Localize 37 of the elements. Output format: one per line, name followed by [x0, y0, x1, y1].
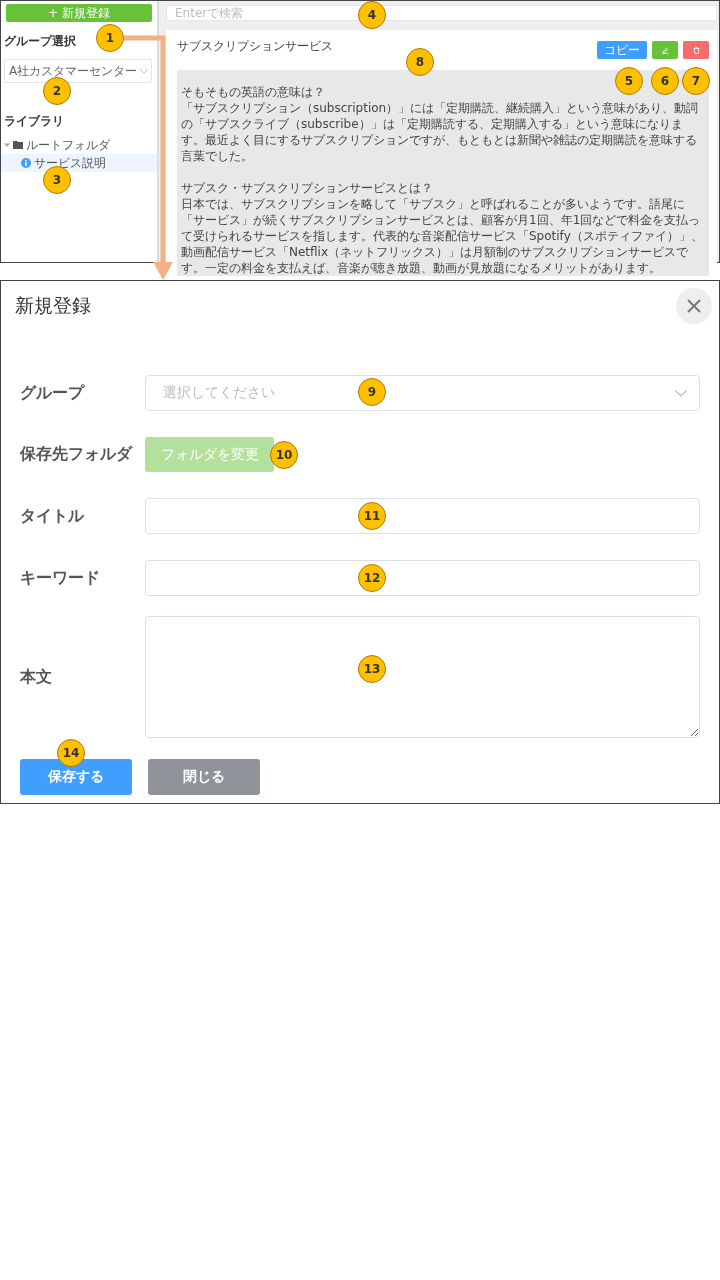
input-field[interactable] — [145, 560, 700, 596]
field-label: タイトル — [20, 505, 85, 527]
text-area[interactable] — [145, 616, 700, 738]
new-button[interactable]: + 新規登録 — [6, 4, 152, 22]
dialog-title: 新規登録 — [15, 293, 91, 318]
paragraph-text: 「サブスクリプション（subscription）」には「定期購読、継続購入」という意味があり、動詞の「サブスクライブ（subscribe）」は「定期購読する、定期購入する」という意味になります。最近よく目にするサブスクリプションですが、もともとは新聞や雑誌の定期購読を意味する言葉でした。 — [181, 100, 700, 164]
article-title: サブスクリプションサービス — [177, 38, 333, 55]
delete-button[interactable] — [683, 41, 709, 59]
chevron-icon — [675, 389, 687, 397]
tree-item[interactable]: サービス説明 — [1, 154, 157, 172]
close-dialog-button[interactable]: 閉じる — [148, 759, 260, 795]
field-label: キーワード — [20, 567, 101, 589]
paragraph-heading: サブスク・サブスクリプションサービスとは？ — [181, 180, 434, 196]
copy-button[interactable]: コピー — [597, 41, 647, 59]
callout-marker: 1 — [96, 24, 124, 52]
save-button[interactable]: 保存する — [20, 759, 132, 795]
tree-item[interactable]: ルートフォルダ — [4, 136, 152, 154]
field-label: 保存先フォルダ — [20, 444, 134, 465]
paragraph-text: 日本では、サブスクリプションを略して「サブスク」と呼ばれることが多いようです。語尾に「サービス」が続くサブスクリプションサービスとは、顧客が月1回、年1回などで料金を支払って受けられるサービスを指します。代表的な音楽配信サービス「Spotify（スポティファイ）」、動画配信サービス「Netflix（ネットフリックス）」は月額制のサブスクリプションサービスです。一定の料金を支払えば、音楽が聴き放題、動画が見放題になるメリットがあります。 — [181, 196, 704, 276]
callout-marker: 14 — [57, 739, 85, 767]
trash-icon — [692, 46, 700, 54]
field-label: グループ — [20, 382, 86, 404]
group-label: グループ選択 — [4, 33, 76, 50]
field-label: 本文 — [20, 666, 53, 688]
pencil-icon — [661, 46, 669, 54]
chevron-icon — [140, 68, 148, 74]
close-button[interactable] — [676, 288, 712, 324]
callout-marker: 2 — [43, 77, 71, 105]
paragraph-heading: そもそもの英語の意味は？ — [181, 84, 326, 100]
close-icon — [686, 298, 702, 314]
input-field[interactable] — [145, 498, 700, 534]
callout-marker: 10 — [270, 441, 298, 469]
change-folder-button[interactable]: フォルダを変更 — [145, 437, 274, 472]
library-label: ライブラリ — [4, 113, 64, 130]
edit-button[interactable] — [652, 41, 678, 59]
folder-icon — [13, 141, 23, 149]
info-icon — [21, 158, 31, 168]
